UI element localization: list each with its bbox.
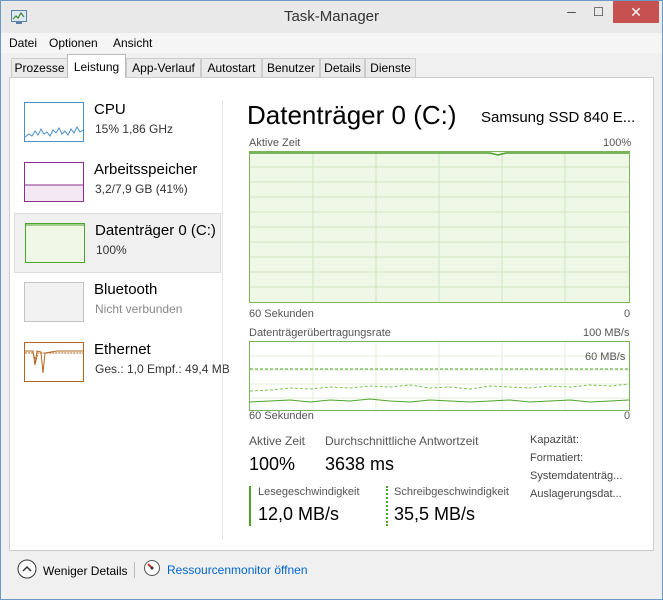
graph2-label: Datenträgerübertragungsrate: [249, 327, 391, 339]
write-indicator: [386, 486, 388, 526]
menu-ansicht[interactable]: Ansicht: [113, 36, 152, 50]
system-disk-label: Systemdatenträg...: [530, 470, 623, 482]
sidebar-item-label: Ethernet: [94, 341, 151, 358]
graph1-label: Aktive Zeit: [249, 137, 301, 149]
maximize-button[interactable]: ☐: [585, 1, 612, 23]
ethernet-thumbnail-graph: [24, 342, 84, 382]
sidebar-item-label: Datenträger 0 (C:): [95, 222, 216, 239]
disk-thumbnail-graph: [25, 223, 85, 263]
graph1-min: 0: [624, 308, 631, 320]
sidebar-item-label: Bluetooth: [94, 281, 158, 298]
resource-monitor-link[interactable]: Ressourcenmonitor öffnen: [143, 559, 308, 580]
active-time-value: 100%: [249, 454, 296, 474]
less-details-label: Weniger Details: [43, 563, 128, 578]
tab-details[interactable]: Details: [320, 58, 365, 77]
maximize-icon: ☐: [593, 5, 604, 19]
sidebar-item-value: 3,2/7,9 GB (41%): [95, 182, 188, 196]
sidebar-item-ethernet[interactable]: Ethernet Ges.: 1,0 Empf.: 49,4 MB: [14, 333, 230, 393]
write-speed-value: 35,5 MB/s: [394, 504, 476, 524]
minimize-icon: ─: [567, 5, 576, 19]
resource-sidebar: CPU 15% 1,86 GHz Arbeitsspeicher 3,2/7,9…: [10, 78, 230, 550]
tab-leistung[interactable]: Leistung: [67, 54, 126, 78]
graph1-time: 60 Sekunden: [249, 308, 314, 320]
minimize-button[interactable]: ─: [558, 1, 585, 23]
tab-bar: Prozesse Leistung App-Verlauf Autostart …: [1, 53, 662, 78]
active-time-graph: [249, 151, 630, 303]
sidebar-item-datentraeger[interactable]: Datenträger 0 (C:) 100%: [14, 213, 221, 273]
read-speed-label: Lesegeschwindigkeit: [258, 486, 360, 498]
read-speed-value: 12,0 MB/s: [258, 504, 340, 524]
tab-prozesse[interactable]: Prozesse: [11, 58, 68, 77]
sidebar-item-value: 100%: [96, 243, 127, 257]
performance-panel: CPU 15% 1,86 GHz Arbeitsspeicher 3,2/7,9…: [9, 77, 654, 551]
active-time-label: Aktive Zeit: [249, 434, 306, 448]
tab-app-verlauf[interactable]: App-Verlauf: [126, 58, 201, 77]
graph2-min: 0: [624, 410, 631, 422]
sidebar-item-value: Ges.: 1,0 Empf.: 49,4 MB: [95, 362, 230, 376]
sidebar-item-value: Nicht verbunden: [95, 302, 183, 316]
memory-thumbnail-graph: [24, 162, 84, 202]
graph2-mid: 60 MB/s: [585, 351, 626, 363]
page-file-label: Auslagerungsdat...: [530, 488, 622, 500]
menu-optionen[interactable]: Optionen: [49, 36, 98, 50]
close-icon: ✕: [630, 3, 642, 20]
panel-divider: [222, 100, 223, 540]
resource-monitor-label: Ressourcenmonitor öffnen: [167, 562, 308, 577]
sidebar-item-label: Arbeitsspeicher: [94, 161, 198, 178]
bluetooth-thumbnail-graph: [24, 282, 84, 322]
tab-autostart[interactable]: Autostart: [201, 58, 262, 77]
sidebar-item-label: CPU: [94, 101, 126, 118]
write-speed-label: Schreibgeschwindigkeit: [394, 486, 509, 498]
close-button[interactable]: ✕: [613, 1, 659, 23]
graph2-max: 100 MB/s: [583, 327, 630, 339]
less-details-button[interactable]: Weniger Details: [17, 559, 127, 582]
sidebar-item-bluetooth[interactable]: Bluetooth Nicht verbunden: [14, 273, 221, 333]
graph1-max: 100%: [603, 137, 632, 149]
footer: Weniger Details Ressourcenmonitor öffnen: [1, 553, 662, 593]
read-indicator: [249, 486, 251, 526]
sidebar-item-arbeitsspeicher[interactable]: Arbeitsspeicher 3,2/7,9 GB (41%): [14, 153, 221, 213]
capacity-label: Kapazität:: [530, 434, 579, 446]
graph2-time: 60 Sekunden: [249, 410, 314, 422]
footer-divider: [134, 562, 135, 578]
device-name: Samsung SSD 840 E...: [481, 109, 636, 126]
title-bar[interactable]: Task-Manager ─ ☐ ✕: [1, 1, 662, 33]
tab-benutzer[interactable]: Benutzer: [262, 58, 320, 77]
page-title: Datenträger 0 (C:): [247, 100, 457, 130]
tab-dienste[interactable]: Dienste: [365, 58, 416, 77]
chevron-up-icon: [17, 559, 37, 582]
menu-datei[interactable]: Datei: [9, 36, 37, 50]
avg-response-value: 3638 ms: [325, 454, 395, 474]
menu-bar: Datei Optionen Ansicht: [1, 33, 662, 53]
transfer-rate-graph: [249, 341, 630, 411]
task-manager-window: Task-Manager ─ ☐ ✕ Datei Optionen Ansich…: [0, 0, 663, 600]
sidebar-item-cpu[interactable]: CPU 15% 1,86 GHz: [14, 93, 221, 153]
sidebar-item-value: 15% 1,86 GHz: [95, 122, 174, 136]
resource-monitor-icon: [143, 559, 161, 580]
formatted-label: Formatiert:: [530, 452, 584, 464]
cpu-thumbnail-graph: [24, 102, 84, 142]
avg-response-label: Durchschnittliche Antwortzeit: [325, 434, 479, 448]
